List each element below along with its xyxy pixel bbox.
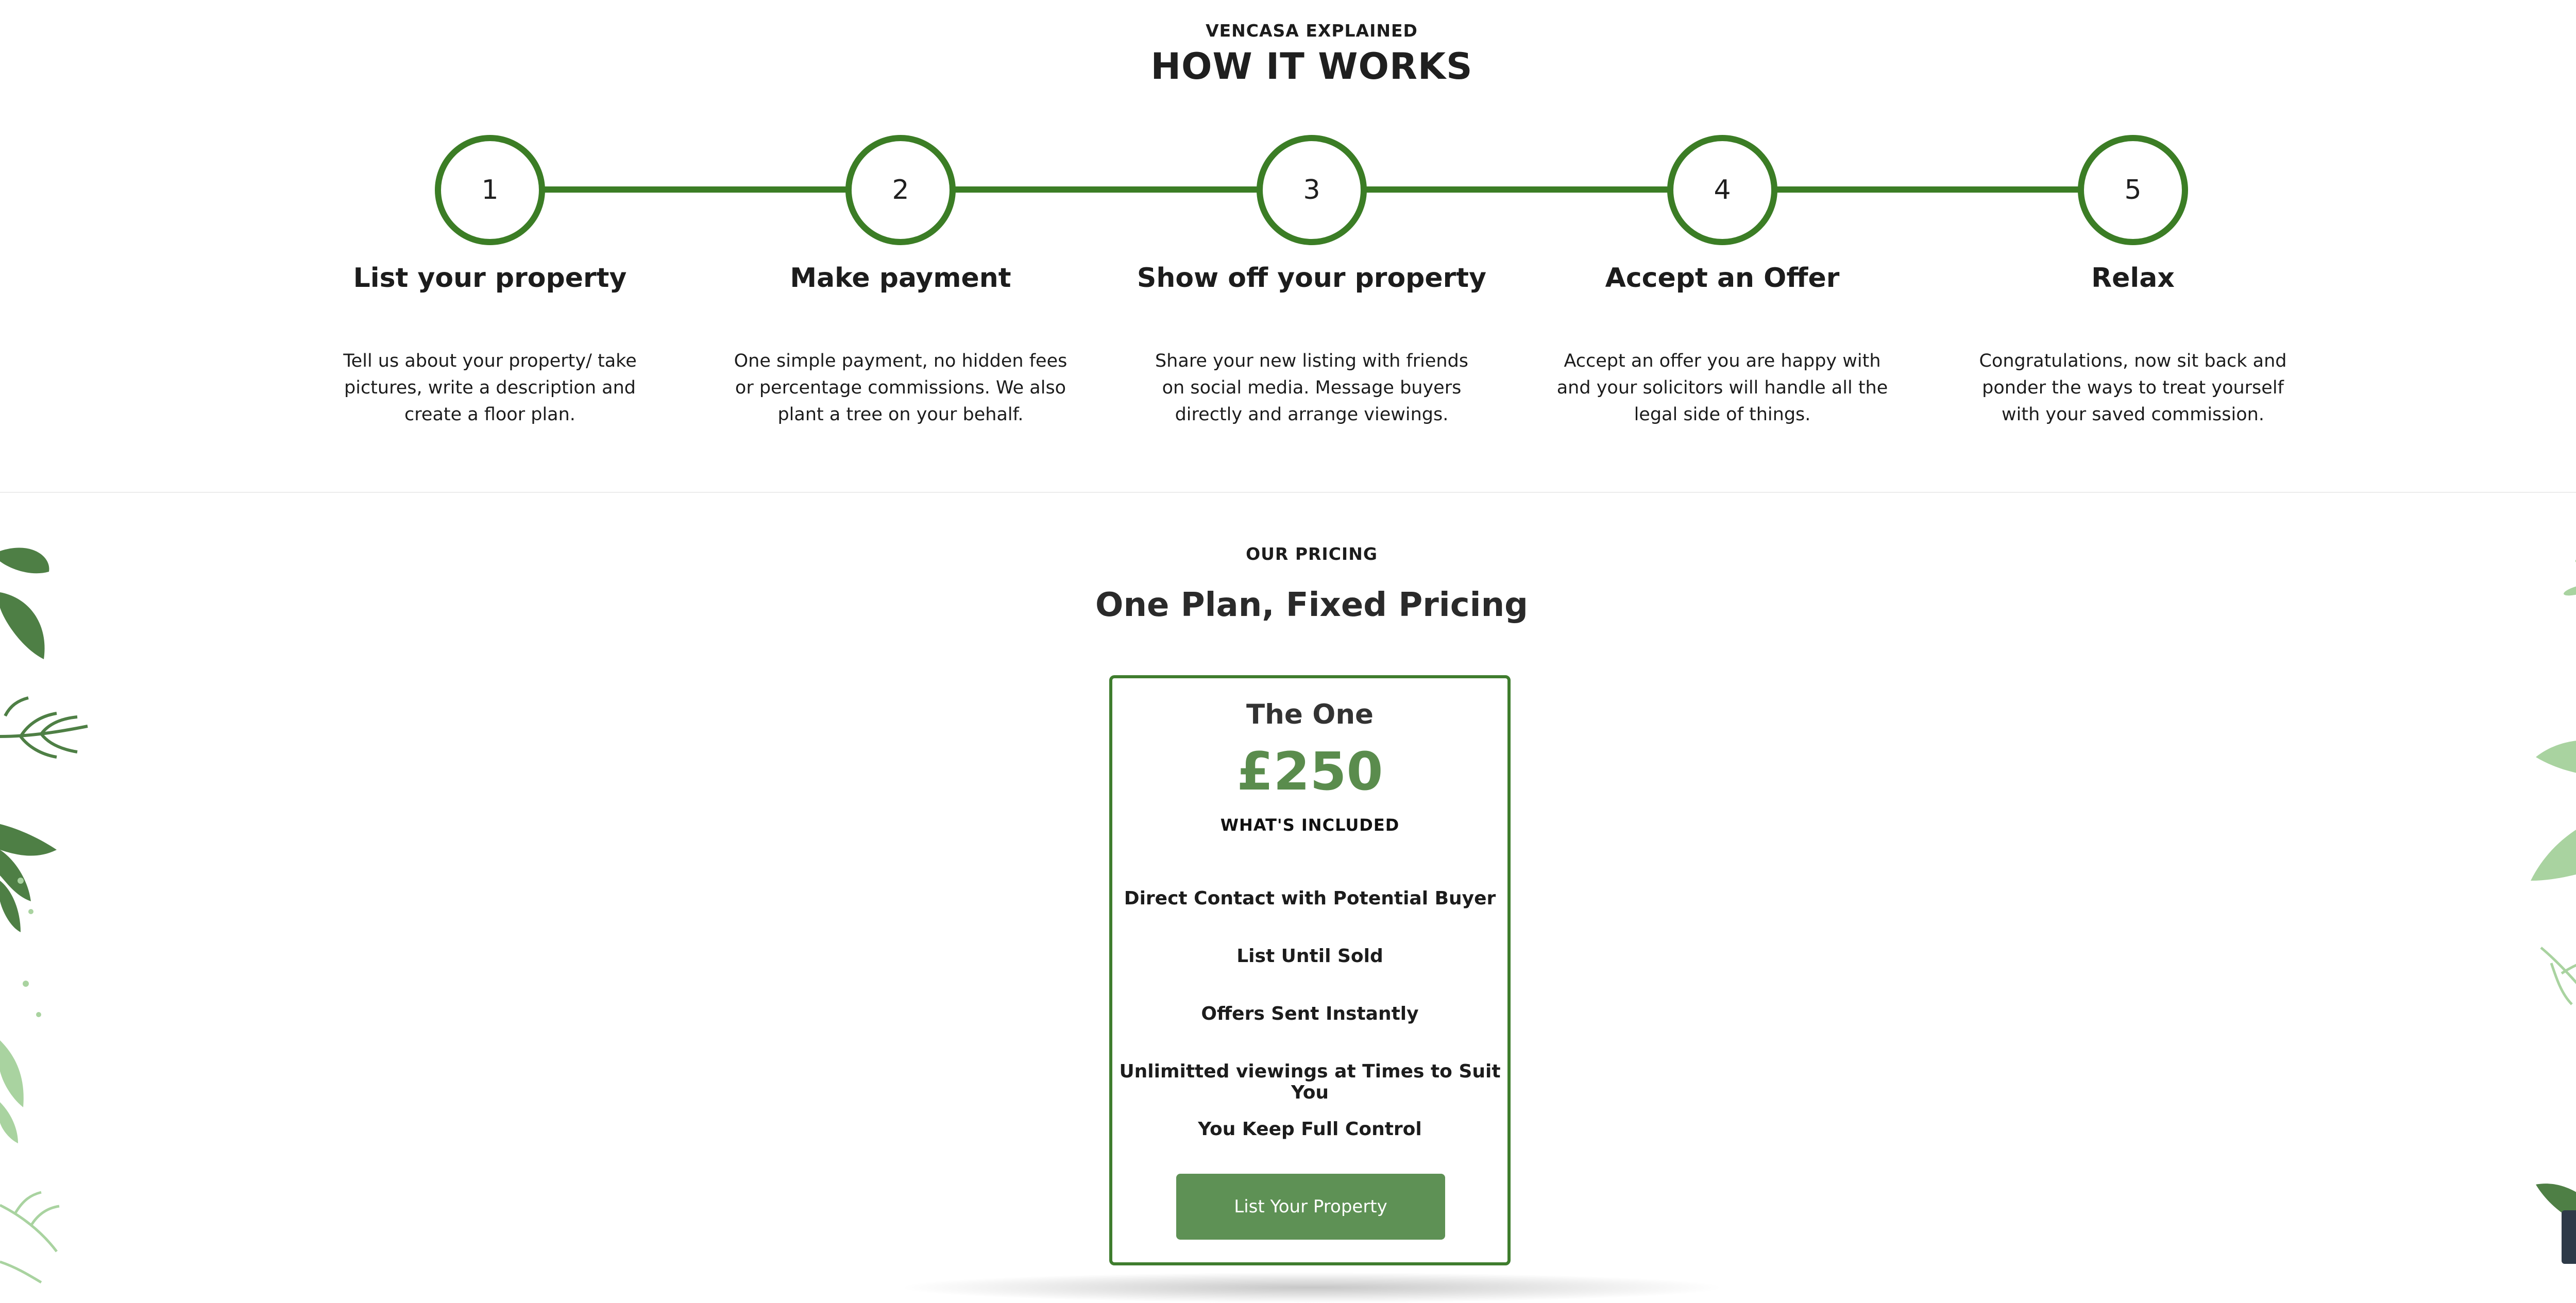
plan-price: £250 <box>1236 741 1383 802</box>
step-title: Accept an Offer <box>1605 263 1840 294</box>
plan-name: The One <box>1246 699 1374 730</box>
pricing-card: The One £250 WHAT'S INCLUDED Direct Cont… <box>1109 675 1511 1265</box>
step-title: Relax <box>2091 263 2175 294</box>
plan-feature: You Keep Full Control <box>1198 1119 1422 1140</box>
step-title: Make payment <box>790 263 1011 294</box>
step-number-circle: 5 <box>2078 135 2188 245</box>
leaf-decoration-right-icon <box>2531 550 2576 1232</box>
step-connector <box>1776 186 2080 193</box>
step-number-circle: 3 <box>1257 135 1367 245</box>
step-description: Tell us about your property/ take pictur… <box>343 351 637 425</box>
section-divider <box>0 492 2576 493</box>
list-your-property-button[interactable]: List Your Property <box>1176 1174 1445 1240</box>
plan-feature: Offers Sent Instantly <box>1201 1003 1419 1024</box>
step-description: Congratulations, now sit back and ponder… <box>1979 351 2287 425</box>
step-title: List your property <box>353 263 627 294</box>
leaf-decoration-left-icon <box>0 547 88 1284</box>
plan-feature: Unlimitted viewings at Times to Suit You <box>1119 1061 1501 1103</box>
step-connector <box>544 186 848 193</box>
section-title: One Plan, Fixed Pricing <box>1095 586 1528 624</box>
section-kicker: OUR PRICING <box>1246 544 1378 564</box>
step-description: Accept an offer you are happy with and y… <box>1556 351 1888 425</box>
step-description: One simple payment, no hidden fees or pe… <box>734 351 1067 425</box>
card-shadow <box>896 1272 1727 1303</box>
plan-feature: Direct Contact with Potential Buyer <box>1124 888 1496 909</box>
step-connector <box>955 186 1259 193</box>
step-title: Show off your property <box>1137 263 1487 294</box>
step-connector <box>1366 186 1670 193</box>
step-description: Share your new listing with friends on s… <box>1155 351 1469 425</box>
back-to-top-button[interactable] <box>2562 1210 2576 1264</box>
step-number-circle: 1 <box>435 135 545 245</box>
included-heading: WHAT'S INCLUDED <box>1220 815 1400 835</box>
plan-feature: List Until Sold <box>1236 946 1383 967</box>
section-kicker: VENCASA EXPLAINED <box>1206 21 1418 41</box>
section-title: HOW IT WORKS <box>1150 45 1473 88</box>
step-number-circle: 4 <box>1667 135 1777 245</box>
step-number-circle: 2 <box>845 135 956 245</box>
